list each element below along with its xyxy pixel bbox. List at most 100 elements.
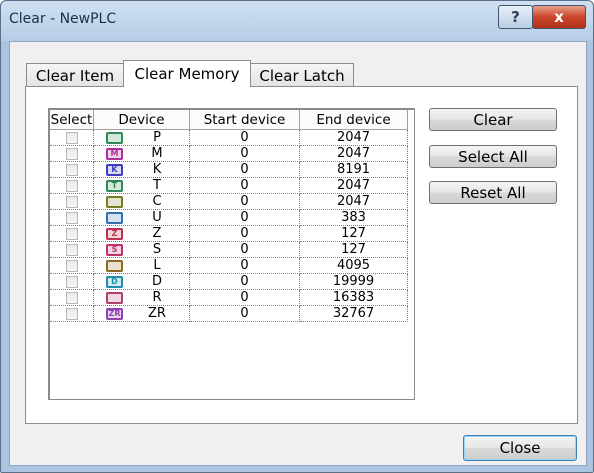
device-icon: D	[106, 275, 123, 288]
select-checkbox[interactable]	[65, 243, 78, 256]
select-cell	[50, 130, 94, 146]
table-row[interactable]: ZR ZR 0 32767	[50, 306, 414, 322]
device-name: U	[152, 210, 162, 225]
device-list[interactable]: Select Device Start device End device P 0…	[48, 108, 415, 400]
select-checkbox[interactable]	[65, 307, 78, 320]
device-name: C	[152, 194, 162, 209]
end-device-cell: 19999	[300, 274, 408, 290]
select-cell	[50, 146, 94, 162]
device-name: T	[153, 178, 161, 193]
device-cell: P	[94, 130, 190, 146]
device-icon: ZR	[106, 307, 123, 320]
select-checkbox[interactable]	[65, 131, 78, 144]
end-device-cell: 2047	[300, 146, 408, 162]
device-cell: SS	[94, 242, 190, 258]
tab-clear-memory[interactable]: Clear Memory	[123, 60, 251, 87]
start-device-cell: 0	[190, 306, 300, 322]
device-cell: ZR ZR	[94, 306, 190, 322]
start-device-cell: 0	[190, 162, 300, 178]
device-icon	[106, 211, 123, 224]
device-cell: DD	[94, 274, 190, 290]
start-device-cell: 0	[190, 194, 300, 210]
device-name: K	[152, 162, 162, 177]
end-device-cell: 2047	[300, 178, 408, 194]
select-checkbox[interactable]	[65, 259, 78, 272]
device-name: P	[153, 130, 161, 145]
device-cell: C	[94, 194, 190, 210]
help-button[interactable]: ?	[498, 5, 533, 29]
tab-label: Clear Item	[35, 66, 115, 85]
end-device-cell: 127	[300, 242, 408, 258]
tab-clear-item[interactable]: Clear Item	[26, 63, 124, 87]
table-row[interactable]: P 0 2047	[50, 130, 414, 146]
select-checkbox[interactable]	[65, 195, 78, 208]
device-icon	[106, 195, 123, 208]
select-cell	[50, 226, 94, 242]
select-all-button[interactable]: Select All	[429, 145, 557, 168]
table-row[interactable]: K K 0 8191	[50, 162, 414, 178]
select-checkbox[interactable]	[65, 227, 78, 240]
device-cell: U	[94, 210, 190, 226]
select-cell	[50, 274, 94, 290]
column-header-select[interactable]: Select	[50, 110, 94, 130]
end-device-cell: 127	[300, 226, 408, 242]
clear-button[interactable]: Clear	[429, 108, 557, 131]
table-row[interactable]: T T 0 2047	[50, 178, 414, 194]
tab-clear-latch[interactable]: Clear Latch	[250, 63, 354, 87]
column-header-start-device[interactable]: Start device	[190, 110, 300, 130]
device-name: R	[152, 290, 162, 305]
end-device-cell: 383	[300, 210, 408, 226]
select-cell	[50, 306, 94, 322]
device-cell: L	[94, 258, 190, 274]
device-icon	[106, 131, 123, 144]
device-icon: Z	[106, 227, 123, 240]
tab-label: Clear Memory	[134, 65, 240, 83]
select-cell	[50, 290, 94, 306]
table-row[interactable]: C 0 2047	[50, 194, 414, 210]
select-cell	[50, 194, 94, 210]
select-checkbox[interactable]	[65, 179, 78, 192]
select-cell	[50, 258, 94, 274]
device-icon: T	[106, 179, 123, 192]
reset-all-button[interactable]: Reset All	[429, 181, 557, 204]
tab-label: Clear Latch	[259, 66, 345, 85]
device-cell: TT	[94, 178, 190, 194]
help-icon: ?	[511, 8, 520, 26]
device-name: D	[151, 274, 162, 289]
select-cell	[50, 210, 94, 226]
column-header-end-device[interactable]: End device	[300, 110, 408, 130]
close-icon: x	[554, 8, 564, 26]
table-row[interactable]: U 0 383	[50, 210, 414, 226]
start-device-cell: 0	[190, 290, 300, 306]
table-row[interactable]: S S 0 127	[50, 242, 414, 258]
select-cell	[50, 162, 94, 178]
table-row[interactable]: D D 0 19999	[50, 274, 414, 290]
end-device-cell: 4095	[300, 258, 408, 274]
close-button[interactable]: Close	[463, 435, 577, 461]
list-header: Select Device Start device End device	[50, 110, 414, 130]
device-cell: MM	[94, 146, 190, 162]
select-checkbox[interactable]	[65, 211, 78, 224]
table-row[interactable]: M M 0 2047	[50, 146, 414, 162]
select-cell	[50, 242, 94, 258]
end-device-cell: 32767	[300, 306, 408, 322]
table-row[interactable]: L 0 4095	[50, 258, 414, 274]
start-device-cell: 0	[190, 242, 300, 258]
window-title: Clear - NewPLC	[9, 11, 117, 27]
device-name: ZR	[148, 306, 166, 321]
end-device-cell: 2047	[300, 194, 408, 210]
table-row[interactable]: Z Z 0 127	[50, 226, 414, 242]
select-checkbox[interactable]	[65, 163, 78, 176]
start-device-cell: 0	[190, 178, 300, 194]
select-cell	[50, 178, 94, 194]
table-row[interactable]: R 0 16383	[50, 290, 414, 306]
device-name: Z	[152, 226, 162, 241]
select-checkbox[interactable]	[65, 147, 78, 160]
column-header-device[interactable]: Device	[94, 110, 190, 130]
start-device-cell: 0	[190, 210, 300, 226]
title-bar: Clear - NewPLC ? x	[1, 1, 593, 41]
select-checkbox[interactable]	[65, 291, 78, 304]
select-checkbox[interactable]	[65, 275, 78, 288]
window-close-button[interactable]: x	[532, 5, 586, 29]
device-icon	[106, 291, 123, 304]
